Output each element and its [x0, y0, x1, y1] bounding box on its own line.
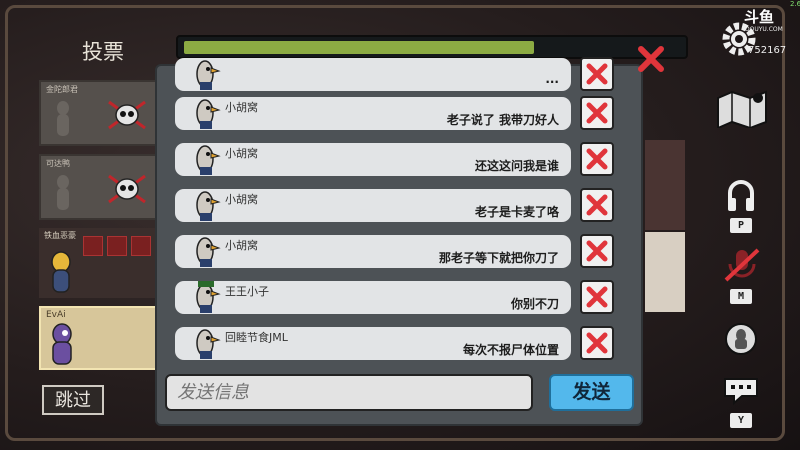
message-text: ...: [545, 72, 559, 86]
report-message-icon[interactable]: [580, 142, 614, 176]
send-button[interactable]: 发送: [549, 374, 634, 411]
vote-token-icon: [131, 236, 151, 256]
stream-logo-sub: DOUYU.COM: [745, 26, 783, 33]
player-card[interactable]: 金陀郎君: [39, 80, 157, 146]
chat-message: 小胡窝还这这问我是谁: [175, 143, 571, 176]
chat-hotkey-label: Y: [730, 413, 752, 428]
chat-message: 小胡窝那老子等下就把你刀了: [175, 235, 571, 268]
player-avatar: [196, 99, 221, 129]
message-text: 你别不刀: [510, 297, 559, 311]
dead-skull-icon: [108, 174, 146, 204]
player-name: 金陀郎君: [46, 85, 78, 94]
message-text: 老子是卡麦了咯: [474, 205, 559, 219]
player-avatar: [196, 191, 221, 221]
skip-vote-button[interactable]: 跳过: [42, 385, 104, 415]
report-message-icon[interactable]: [580, 57, 614, 91]
stream-logo: 斗鱼: [744, 8, 775, 26]
player-avatar: [52, 323, 72, 365]
report-message-icon[interactable]: [580, 280, 614, 314]
player-card[interactable]: 铁血恶豪: [39, 228, 157, 298]
message-text: 每次不报尸体位置: [462, 343, 559, 357]
player-card-edge: [645, 232, 685, 312]
report-message-icon[interactable]: [580, 188, 614, 222]
dead-player-silhouette: [57, 175, 69, 210]
player-avatar: [196, 237, 221, 267]
player-avatar: [196, 60, 221, 90]
close-chat-icon[interactable]: [636, 44, 666, 74]
dead-skull-icon: [108, 100, 146, 130]
character-icon[interactable]: [724, 322, 758, 356]
vote-timer-fill: [184, 41, 534, 54]
player-avatar: [51, 251, 71, 293]
player-card-edge: [645, 140, 685, 230]
chat-icon[interactable]: [722, 376, 760, 406]
map-icon[interactable]: [714, 88, 770, 128]
mute-hotkey-label: M: [730, 289, 752, 304]
player-name: EvAi: [46, 310, 66, 320]
report-message-icon[interactable]: [580, 326, 614, 360]
vote-token-icon: [107, 236, 127, 256]
stream-viewer-count: 752167: [748, 45, 787, 56]
report-message-icon[interactable]: [580, 96, 614, 130]
message-sender: 小胡窝: [225, 147, 258, 160]
chat-message: 小胡窝老子是卡麦了咯: [175, 189, 571, 222]
mic-muted-icon[interactable]: [722, 246, 762, 284]
message-sender: 王王小子: [225, 285, 269, 298]
vote-timer-bar: [176, 35, 688, 59]
dead-player-silhouette: [57, 101, 69, 136]
player-avatar: [196, 281, 221, 313]
vote-title: 投票: [82, 40, 124, 64]
chat-message: 王王小子你别不刀: [175, 281, 571, 314]
message-sender: 小胡窝: [225, 193, 258, 206]
chat-message: 小胡窝老子说了 我带刀好人: [175, 97, 571, 130]
fps-counter: 2.6: [790, 0, 800, 8]
chat-message: ...: [175, 58, 571, 91]
chat-message: 回睦节食JML 每次不报尸体位置: [175, 327, 571, 360]
player-avatar: [196, 145, 221, 175]
player-card[interactable]: EvAi: [39, 306, 157, 370]
headphones-icon[interactable]: [726, 178, 756, 214]
player-name: 可达鸭: [46, 159, 70, 168]
message-sender: 小胡窝: [225, 101, 258, 114]
player-card[interactable]: 可达鸭: [39, 154, 157, 220]
message-sender: 回睦节食JML: [225, 331, 288, 344]
message-text: 那老子等下就把你刀了: [438, 251, 559, 265]
chat-input[interactable]: [165, 374, 533, 411]
voice-hotkey-label: P: [730, 218, 752, 233]
message-text: 老子说了 我带刀好人: [446, 113, 559, 127]
message-sender: 小胡窝: [225, 239, 258, 252]
report-message-icon[interactable]: [580, 234, 614, 268]
player-name: 铁血恶豪: [44, 231, 76, 240]
message-text: 还这这问我是谁: [474, 159, 559, 173]
vote-token-icon: [83, 236, 103, 256]
player-avatar: [196, 329, 221, 359]
